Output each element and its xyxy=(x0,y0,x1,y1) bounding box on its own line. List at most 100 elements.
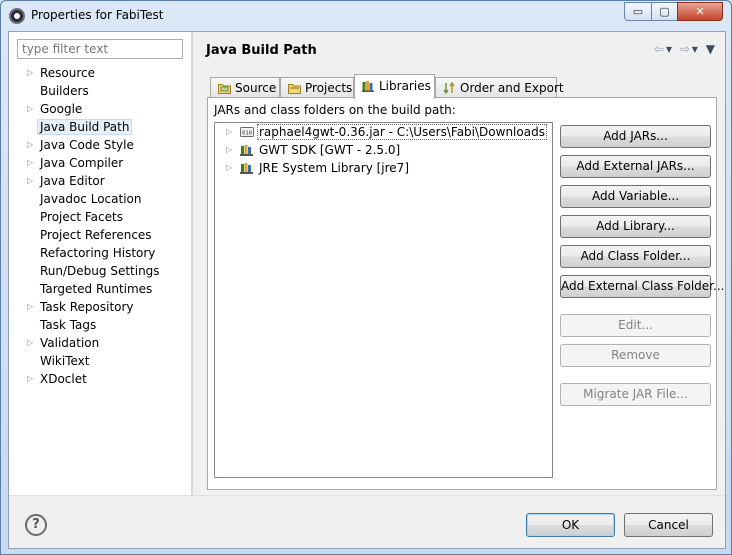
tab-libraries-label: Libraries xyxy=(379,79,431,93)
expand-arrow-icon[interactable]: ▷ xyxy=(226,141,232,159)
projects-folder-icon xyxy=(288,84,301,94)
sidebar-item-label: Task Repository xyxy=(40,300,134,314)
add-library-button[interactable]: Add Library... xyxy=(560,215,711,238)
view-menu-icon[interactable]: ▼ xyxy=(706,42,717,56)
back-dropdown-icon[interactable]: ▾ xyxy=(666,42,674,56)
expand-arrow-icon[interactable]: ▷ xyxy=(27,64,33,82)
ok-button[interactable]: OK xyxy=(526,513,615,537)
forward-arrow-icon[interactable]: ⇨ xyxy=(680,42,692,56)
sidebar-item-label: Google xyxy=(40,102,83,116)
filter-input[interactable] xyxy=(17,39,183,59)
list-item[interactable]: ▷ GWT SDK [GWT - 2.5.0] xyxy=(215,141,552,159)
expand-arrow-icon[interactable]: ▷ xyxy=(27,136,33,154)
sidebar-item-label: Run/Debug Settings xyxy=(40,264,160,278)
dialog-button-bar: ? OK Cancel xyxy=(9,495,725,548)
sidebar-item-label: Targeted Runtimes xyxy=(40,282,153,296)
sidebar-item-run-debug-settings[interactable]: Run/Debug Settings xyxy=(9,262,192,280)
sidebar-item-label: Refactoring History xyxy=(40,246,156,260)
window-title: Properties for FabiTest xyxy=(31,8,164,22)
edit-button: Edit... xyxy=(560,314,711,337)
page-title: Java Build Path xyxy=(206,43,317,58)
add-external-class-folder-button[interactable]: Add External Class Folder... xyxy=(560,275,724,298)
add-variable-button[interactable]: Add Variable... xyxy=(560,185,711,208)
sidebar-item-label: Java Build Path xyxy=(37,119,133,135)
minimize-button[interactable]: ▭ xyxy=(624,2,652,21)
remove-button: Remove xyxy=(560,344,711,367)
cancel-button[interactable]: Cancel xyxy=(624,513,713,537)
sidebar-item-task-tags[interactable]: Task Tags xyxy=(9,316,192,334)
library-icon xyxy=(240,163,253,174)
sidebar-item-refactoring-history[interactable]: Refactoring History xyxy=(9,244,192,262)
sidebar-item-java-compiler[interactable]: ▷ Java Compiler xyxy=(9,154,192,172)
sidebar-item-targeted-runtimes[interactable]: Targeted Runtimes xyxy=(9,280,192,298)
back-arrow-icon[interactable]: ⇦ xyxy=(654,42,666,56)
tab-order-and-export[interactable]: Order and Export xyxy=(435,77,564,98)
libraries-panel: JARs and class folders on the build path… xyxy=(207,97,724,490)
sidebar-item-java-editor[interactable]: ▷ Java Editor xyxy=(9,172,192,190)
sidebar-item-wikitext[interactable]: WikiText xyxy=(9,352,192,370)
list-item-label: raphael4gwt-0.36.jar - C:\Users\Fabi\Dow… xyxy=(257,124,547,140)
expand-arrow-icon[interactable]: ▷ xyxy=(27,100,33,118)
sidebar-item-label: Java Compiler xyxy=(40,156,124,170)
tab-source[interactable]: Source xyxy=(210,77,280,98)
svg-text:010: 010 xyxy=(242,131,252,137)
page-pane: Java Build Path ⇦▾ ⇨▾ ▼ Source Projects … xyxy=(193,32,725,495)
tab-projects[interactable]: Projects xyxy=(280,77,354,98)
sidebar-item-builders[interactable]: Builders xyxy=(9,82,192,100)
expand-arrow-icon[interactable]: ▷ xyxy=(27,298,33,316)
migrate-jar-file-button: Migrate JAR File... xyxy=(560,383,711,406)
sidebar-item-task-repository[interactable]: ▷ Task Repository xyxy=(9,298,192,316)
expand-arrow-icon[interactable]: ▷ xyxy=(27,154,33,172)
add-jars-button[interactable]: Add JARs... xyxy=(560,125,711,148)
sidebar-item-javadoc-location[interactable]: Javadoc Location xyxy=(9,190,192,208)
list-item[interactable]: ▷ 010 raphael4gwt-0.36.jar - C:\Users\Fa… xyxy=(215,123,552,141)
source-folder-icon xyxy=(218,84,231,94)
sidebar-item-label: Java Editor xyxy=(40,174,105,188)
sidebar-item-label: Validation xyxy=(40,336,100,350)
category-tree: ▷ Resource Builders ▷ Google Java Build Path ▷… xyxy=(9,64,192,388)
close-window-button[interactable]: ✕ xyxy=(677,2,723,21)
expand-arrow-icon[interactable]: ▷ xyxy=(27,370,33,388)
sidebar-item-project-facets[interactable]: Project Facets xyxy=(9,208,192,226)
jar-icon: 010 xyxy=(240,127,254,137)
category-pane: ▷ResourceBuilders▷GoogleJava Build Path▷… xyxy=(9,32,192,495)
sidebar-item-label: Builders xyxy=(40,84,89,98)
sidebar-item-project-references[interactable]: Project References xyxy=(9,226,192,244)
sidebar-item-label: WikiText xyxy=(40,354,90,368)
expand-arrow-icon[interactable]: ▷ xyxy=(27,172,33,190)
sidebar-item-label: Javadoc Location xyxy=(40,192,142,206)
sidebar-item-java-code-style[interactable]: ▷ Java Code Style xyxy=(9,136,192,154)
help-icon[interactable]: ? xyxy=(25,514,47,536)
forward-dropdown-icon[interactable]: ▾ xyxy=(692,42,700,56)
sidebar-item-resource[interactable]: ▷ Resource xyxy=(9,64,192,82)
build-path-list[interactable]: ▷ 010 raphael4gwt-0.36.jar - C:\Users\Fa… xyxy=(214,122,553,478)
tab-libraries[interactable]: Libraries xyxy=(354,74,435,99)
order-export-icon xyxy=(443,82,455,94)
sidebar-item-java-build-path[interactable]: Java Build Path xyxy=(9,118,192,136)
libraries-icon xyxy=(362,81,374,92)
list-item[interactable]: ▷ JRE System Library [jre7] xyxy=(215,159,552,177)
sidebar-item-label: Resource xyxy=(40,66,96,80)
sidebar-item-label: Java Code Style xyxy=(40,138,134,152)
page-navigation: ⇦▾ ⇨▾ ▼ xyxy=(654,42,717,56)
expand-arrow-icon[interactable]: ▷ xyxy=(226,159,232,177)
add-class-folder-button[interactable]: Add Class Folder... xyxy=(560,245,711,268)
eclipse-app-icon xyxy=(9,8,25,24)
libraries-caption: JARs and class folders on the build path… xyxy=(214,103,456,117)
tab-projects-label: Projects xyxy=(305,81,353,95)
sidebar-item-validation[interactable]: ▷ Validation xyxy=(9,334,192,352)
expand-arrow-icon[interactable]: ▷ xyxy=(226,123,232,141)
maximize-button[interactable]: ▢ xyxy=(651,2,678,21)
add-external-jars-button[interactable]: Add External JARs... xyxy=(560,155,711,178)
sidebar-item-google[interactable]: ▷ Google xyxy=(9,100,192,118)
expand-arrow-icon[interactable]: ▷ xyxy=(27,334,33,352)
dialog-client-area: ▷ResourceBuilders▷GoogleJava Build Path▷… xyxy=(8,31,726,549)
properties-window: Properties for FabiTest ▭ ▢ ✕ ▷ Resource B… xyxy=(0,0,732,555)
sidebar-item-xdoclet[interactable]: ▷ XDoclet xyxy=(9,370,192,388)
sidebar-item-label: Task Tags xyxy=(40,318,97,332)
title-bar[interactable]: Properties for FabiTest ▭ ▢ ✕ xyxy=(1,1,731,31)
tab-order-export-label: Order and Export xyxy=(460,81,564,95)
sidebar-item-label: XDoclet xyxy=(40,372,87,386)
list-item-label: GWT SDK [GWT - 2.5.0] xyxy=(259,143,401,157)
sidebar-item-label: Project References xyxy=(40,228,152,242)
